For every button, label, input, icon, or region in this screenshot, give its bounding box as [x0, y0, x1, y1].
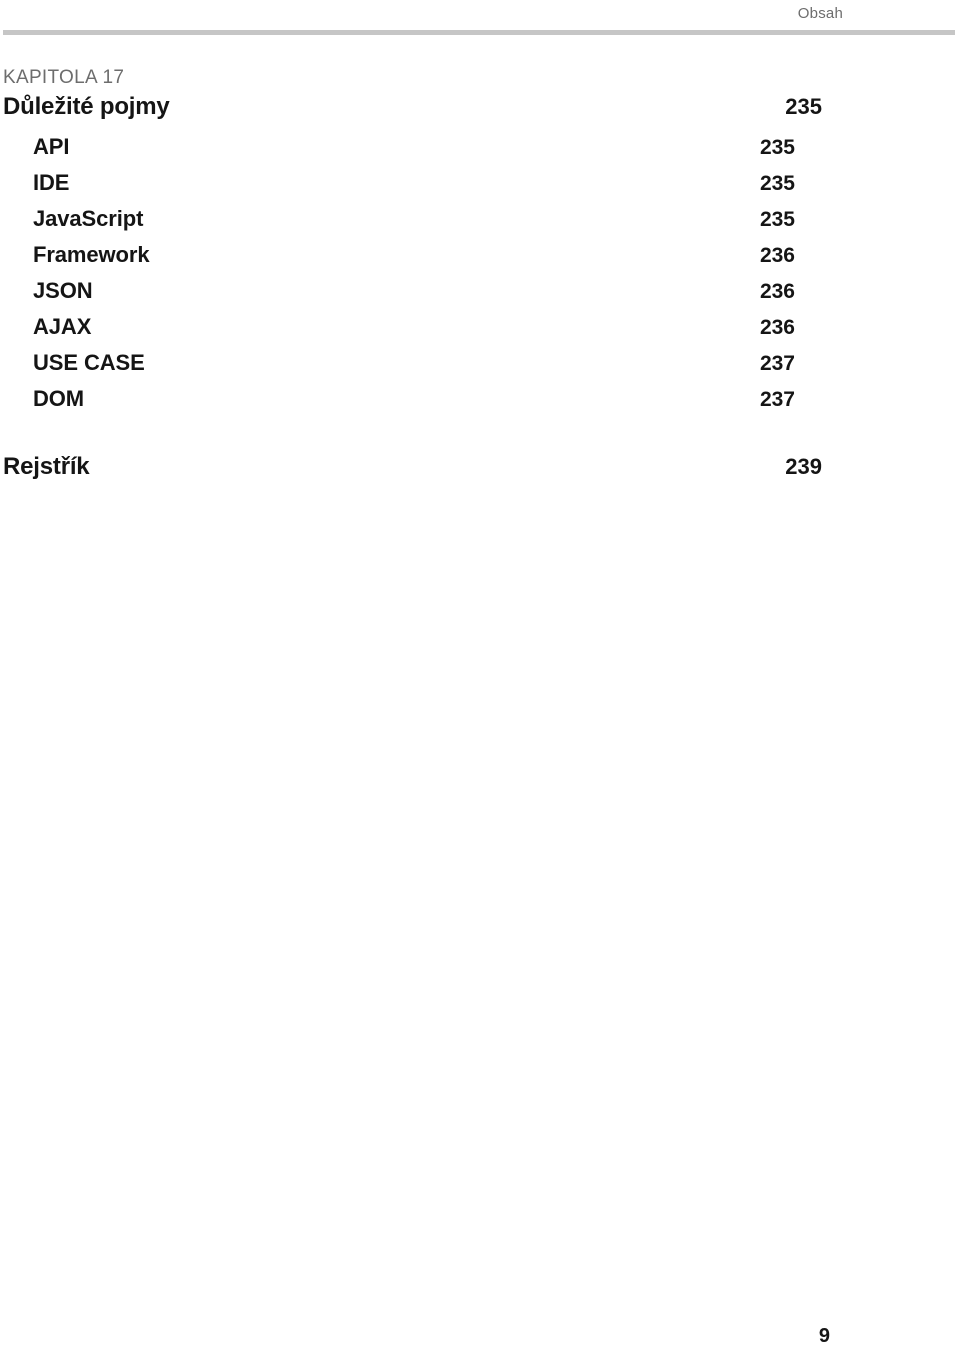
entry-page-number: 235 — [759, 208, 795, 231]
entry-page-number: 237 — [759, 352, 795, 375]
entry-label: IDE — [33, 170, 70, 195]
chapter-entry-list: API 235 IDE 235 JavaScript 235 Framework… — [3, 132, 795, 420]
entry-label: DOM — [33, 386, 85, 411]
entry-label: USE CASE — [33, 350, 145, 375]
entry-label: JavaScript — [33, 206, 144, 231]
index-page-number: 239 — [785, 454, 822, 479]
list-item[interactable]: JSON 236 — [33, 276, 795, 312]
entry-label: AJAX — [33, 314, 92, 339]
entry-page-number: 236 — [759, 280, 795, 303]
header-divider — [3, 30, 955, 35]
running-head: Obsah — [797, 5, 843, 22]
entry-label: API — [33, 134, 70, 159]
chapter-number-label: KAPITOLA 17 — [3, 67, 125, 88]
entry-page-number: 236 — [759, 316, 795, 339]
list-item[interactable]: DOM 237 — [33, 384, 795, 420]
index-title: Rejstřík — [3, 453, 90, 480]
list-item[interactable]: JavaScript 235 — [33, 204, 795, 240]
list-item[interactable]: Framework 236 — [33, 240, 795, 276]
chapter-entry-row[interactable]: Důležité pojmy 235 — [3, 92, 822, 122]
table-of-contents: KAPITOLA 17 Důležité pojmy 235 API 235 I… — [3, 66, 825, 482]
entry-page-number: 236 — [759, 244, 795, 267]
entry-page-number: 235 — [759, 136, 795, 159]
list-item[interactable]: AJAX 236 — [33, 312, 795, 348]
entry-page-number: 237 — [759, 388, 795, 411]
entry-label: Framework — [33, 242, 150, 267]
list-item[interactable]: USE CASE 237 — [33, 348, 795, 384]
chapter-title: Důležité pojmy — [3, 93, 170, 120]
chapter-page-number: 235 — [785, 94, 822, 119]
entry-label: JSON — [33, 278, 93, 303]
index-entry-row[interactable]: Rejstřík 239 — [3, 452, 822, 482]
list-item[interactable]: API 235 — [33, 132, 795, 168]
toc-page: Obsah KAPITOLA 17 Důležité pojmy 235 API… — [0, 0, 960, 1356]
page-folio: 9 — [818, 1325, 830, 1347]
entry-page-number: 235 — [759, 172, 795, 195]
list-item[interactable]: IDE 235 — [33, 168, 795, 204]
